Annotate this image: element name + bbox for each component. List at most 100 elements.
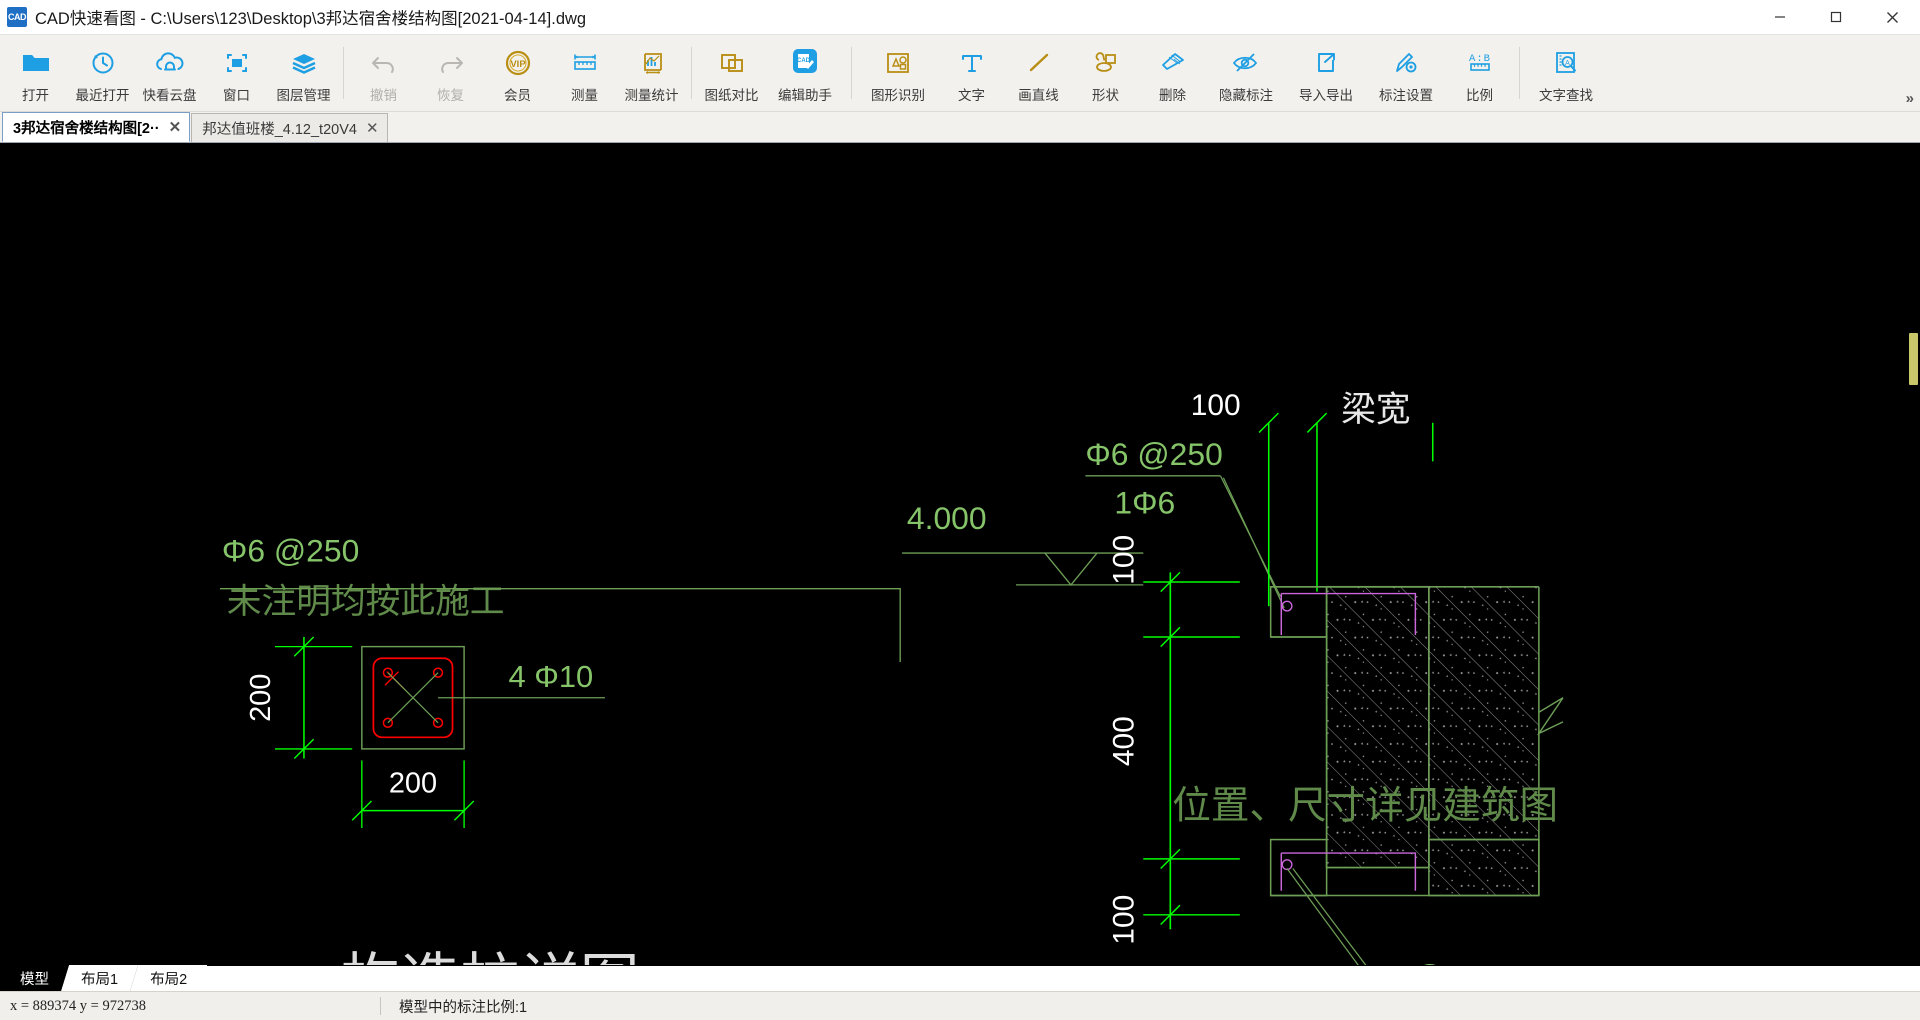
toolbar-label: 隐藏标注 (1219, 88, 1273, 103)
cad-drawing-canvas[interactable]: Φ6 @250 未注明均按此施工 4 Φ10 200 200 4.000 Φ6 … (0, 143, 1920, 965)
shape-tool-icon (1091, 46, 1121, 80)
column-rebar-note: 4 Φ10 (508, 659, 593, 694)
toolbar-group-search: A 文字查找 (1526, 35, 1606, 111)
column-dim-height: 200 (245, 674, 277, 722)
text-search-icon: A (1551, 46, 1581, 80)
toolbar-button-hide-annotation[interactable]: 隐藏标注 (1206, 35, 1286, 111)
toolbar-button-vip[interactable]: VIP 会员 (484, 35, 551, 111)
document-tab-label: 3邦达宿舍楼结构图[2·· (13, 120, 160, 137)
maximize-button[interactable] (1808, 0, 1864, 34)
toolbar-group-file: 打开 最近打开 快看云盘 窗口 图层管理 (2, 35, 337, 111)
toolbar-button-measure[interactable]: 测量 (551, 35, 618, 111)
toolbar-divider (691, 47, 692, 99)
column-dim-width: 200 (389, 767, 437, 799)
toolbar-label: 比例 (1466, 88, 1493, 103)
close-icon[interactable]: ✕ (366, 121, 379, 136)
annotation-scale-label: 模型中的标注比例:1 (399, 999, 528, 1016)
redo-arrow-icon (436, 46, 466, 80)
cloud-icon (154, 46, 186, 80)
annotation-settings-icon (1391, 46, 1421, 80)
toolbar-button-draw-line[interactable]: 画直线 (1005, 35, 1072, 111)
title-bar: CAD CAD快速看图 - C:\Users\123\Desktop\3邦达宿舍… (0, 0, 1920, 35)
toolbar-button-import-export[interactable]: 导入导出 (1286, 35, 1366, 111)
wall-dim-100-upper: 100 (1108, 535, 1141, 585)
wall-stirrup-note-top: Φ6 @250 (1085, 436, 1222, 472)
layout-tab-layout1[interactable]: 布局1 (61, 965, 138, 991)
toolbar-button-text-search[interactable]: A 文字查找 (1526, 35, 1606, 111)
toolbar-label: 最近打开 (75, 88, 130, 103)
toolbar-button-scale[interactable]: A:B 比例 (1446, 35, 1513, 111)
shape-recognition-icon (883, 46, 913, 80)
toolbar-label: 形状 (1092, 88, 1119, 103)
toolbar-button-delete[interactable]: 删除 (1139, 35, 1206, 111)
toolbar-label: 打开 (22, 88, 49, 103)
app-logo-icon: CAD (7, 7, 27, 27)
column-stirrup-note: Φ6 @250 (222, 533, 359, 569)
layout-tab-model[interactable]: 模型 (0, 965, 69, 991)
toolbar-button-measure-stats[interactable]: 测量统计 (618, 35, 685, 111)
beam-width-label: 梁宽 (1341, 390, 1410, 429)
toolbar-group-annotate: 图形识别 文字 画直线 形状 删除 隐藏标注 导入导出 标注设置 A:B 比例 (858, 35, 1513, 111)
concrete-slab-hatch-lower (1428, 838, 1540, 897)
close-icon[interactable]: ✕ (169, 120, 182, 135)
document-tab-label: 邦达值班楼_4.12_t20V4 (202, 121, 357, 138)
toolbar-button-shape[interactable]: 形状 (1072, 35, 1139, 111)
toolbar-label: 文字 (958, 88, 985, 103)
wall-rebar-note-top: 1Φ6 (1114, 484, 1175, 520)
svg-text:CAD: CAD (797, 58, 811, 64)
cad-edit-assistant-icon: CAD (788, 46, 822, 80)
toolbar-overflow-button[interactable]: » (1906, 90, 1914, 107)
toolbar-label: 测量 (571, 88, 598, 103)
layout-tab-layout2[interactable]: 布局2 (130, 965, 207, 991)
toolbar-label: 快看云盘 (142, 88, 197, 103)
toolbar-label: 删除 (1159, 88, 1186, 103)
close-button[interactable] (1864, 0, 1920, 34)
toolbar-button-annotation-settings[interactable]: 标注设置 (1366, 35, 1446, 111)
wall-dim-top: 100 (1191, 389, 1241, 422)
folder-open-icon (21, 46, 51, 80)
scale-ratio-icon: A:B (1465, 46, 1495, 80)
status-divider (380, 997, 381, 1015)
window-title: CAD快速看图 - C:\Users\123\Desktop\3邦达宿舍楼结构图… (35, 10, 587, 28)
toolbar-button-recent[interactable]: 最近打开 (69, 35, 136, 111)
toolbar-button-undo[interactable]: 撤销 (350, 35, 417, 111)
vip-badge-icon: VIP (503, 46, 533, 80)
measure-stats-icon (637, 46, 667, 80)
document-tab[interactable]: 邦达值班楼_4.12_t20V4 ✕ (191, 113, 388, 142)
toolbar-button-cloud[interactable]: 快看云盘 (136, 35, 203, 111)
toolbar-label: 文字查找 (1539, 88, 1593, 103)
toolbar-button-window[interactable]: 窗口 (203, 35, 270, 111)
draw-line-icon (1025, 46, 1053, 80)
import-export-icon (1312, 46, 1340, 80)
toolbar-button-text[interactable]: 文字 (938, 35, 1005, 111)
toolbar-group-tools: 图纸对比 CAD 编辑助手 (698, 35, 845, 111)
svg-text:A: A (1565, 60, 1570, 67)
toolbar-label: 图形识别 (871, 88, 925, 103)
toolbar-button-layers[interactable]: 图层管理 (270, 35, 337, 111)
toolbar-button-edit-assistant[interactable]: CAD 编辑助手 (765, 35, 845, 111)
wall-stirrup-note-bottom: Φ6 @250 (1360, 958, 1497, 965)
undo-arrow-icon (369, 46, 399, 80)
window-frame-icon (223, 46, 251, 80)
toolbar-label: 编辑助手 (778, 88, 832, 103)
toolbar-divider (851, 47, 852, 99)
toolbar-divider (343, 47, 344, 99)
toolbar-label: 恢复 (437, 88, 464, 103)
toolbar-label: 图纸对比 (704, 88, 759, 103)
document-tab-bar: 3邦达宿舍楼结构图[2·· ✕ 邦达值班楼_4.12_t20V4 ✕ (0, 112, 1920, 143)
toolbar-button-open[interactable]: 打开 (2, 35, 69, 111)
toolbar-button-compare[interactable]: 图纸对比 (698, 35, 765, 111)
cursor-coordinates: x = 889374 y = 972738 (10, 997, 146, 1014)
main-toolbar: 打开 最近打开 快看云盘 窗口 图层管理 撤销 恢复 VIP 会员 测量 测量统… (0, 35, 1920, 112)
svg-text:VIP: VIP (510, 59, 526, 70)
minimize-button[interactable] (1752, 0, 1808, 34)
cad-application-window: CAD CAD快速看图 - C:\Users\123\Desktop\3邦达宿舍… (0, 0, 1920, 1020)
document-tab-active[interactable]: 3邦达宿舍楼结构图[2·· ✕ (2, 112, 191, 142)
toolbar-label: 标注设置 (1379, 88, 1433, 103)
vertical-scrollbar[interactable] (1906, 143, 1920, 965)
column-detail-title: 构造柱详图 (341, 948, 640, 965)
scrollbar-thumb[interactable] (1909, 333, 1918, 385)
toolbar-button-redo[interactable]: 恢复 (417, 35, 484, 111)
window-controls (1752, 0, 1920, 34)
toolbar-button-shape-recognition[interactable]: 图形识别 (858, 35, 938, 111)
